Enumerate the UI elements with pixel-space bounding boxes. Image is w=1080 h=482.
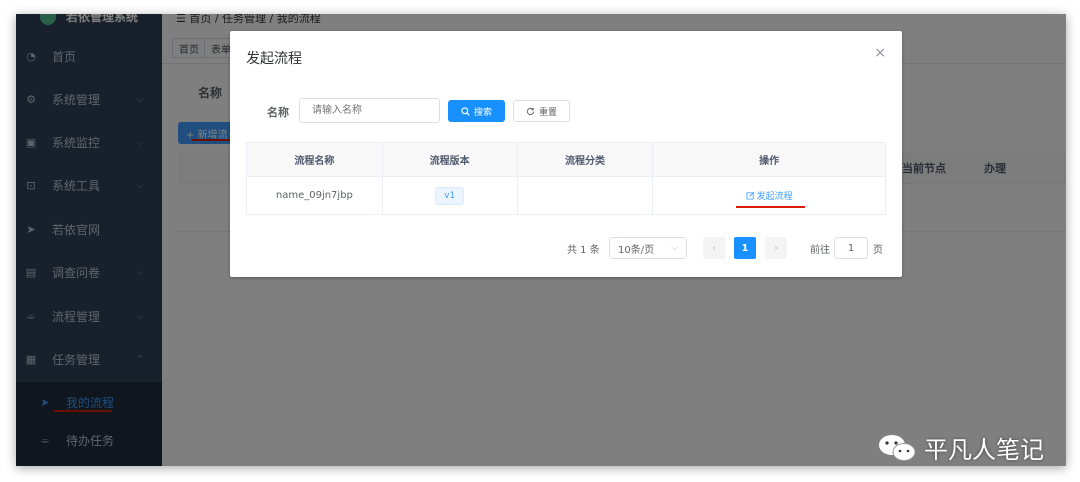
- version-tag: v1: [435, 186, 465, 205]
- search-button-label: 搜索: [473, 107, 492, 118]
- column-header-actions: 操作: [653, 143, 886, 177]
- search-button[interactable]: 搜索: [448, 100, 505, 122]
- column-header-version: 流程版本: [382, 143, 518, 177]
- cell-process-name: name_09jn7jbp: [247, 177, 383, 215]
- reset-button-label: 重置: [538, 107, 557, 118]
- cell-process-version: v1: [382, 177, 518, 215]
- chevron-down-icon: ⌵: [671, 243, 678, 253]
- refresh-icon: [526, 107, 535, 115]
- pagination-total: 共 1 条: [567, 244, 600, 256]
- name-search-input[interactable]: [299, 98, 440, 123]
- next-page-button[interactable]: ›: [765, 237, 787, 259]
- column-header-name: 流程名称: [247, 143, 383, 177]
- page-number-current[interactable]: 1: [734, 237, 756, 259]
- start-process-link[interactable]: 发起流程: [746, 189, 793, 202]
- wechat-icon: [879, 434, 916, 461]
- edit-icon: [746, 191, 755, 200]
- process-table: 流程名称 流程版本 流程分类 操作 name_09jn7jbp v1 发起流程: [246, 142, 886, 215]
- cell-actions: 发起流程: [653, 177, 886, 215]
- search-icon: [461, 106, 470, 116]
- annotation-underline: [736, 206, 805, 208]
- cell-process-category: [517, 177, 654, 215]
- close-icon[interactable]: ×: [874, 45, 886, 61]
- start-process-link-label: 发起流程: [756, 192, 793, 202]
- watermark-text: 平凡人笔记: [924, 436, 1044, 464]
- watermark: 平凡人笔记: [878, 430, 1044, 465]
- table-header: 流程名称 流程版本 流程分类 操作: [247, 143, 886, 177]
- chevron-left-icon: ‹: [712, 242, 716, 254]
- column-header-category: 流程分类: [517, 143, 654, 177]
- table-row: name_09jn7jbp v1 发起流程: [247, 177, 886, 215]
- prev-page-button[interactable]: ‹: [703, 237, 725, 259]
- dialog-title: 发起流程: [246, 51, 302, 67]
- page-unit-label: 页: [873, 244, 883, 256]
- name-label: 名称: [267, 106, 289, 119]
- goto-page-input[interactable]: 1: [834, 237, 868, 259]
- page-size-select[interactable]: 10条/页 ⌵: [609, 237, 687, 259]
- page-size-value: 10条/页: [618, 244, 655, 256]
- start-process-dialog: 发起流程 × 名称 搜索 重置 流程名称 流程版本 流程分类 操作 name_0…: [230, 31, 902, 277]
- reset-button[interactable]: 重置: [513, 100, 570, 122]
- chevron-right-icon: ›: [774, 242, 778, 254]
- goto-label: 前往: [810, 244, 830, 256]
